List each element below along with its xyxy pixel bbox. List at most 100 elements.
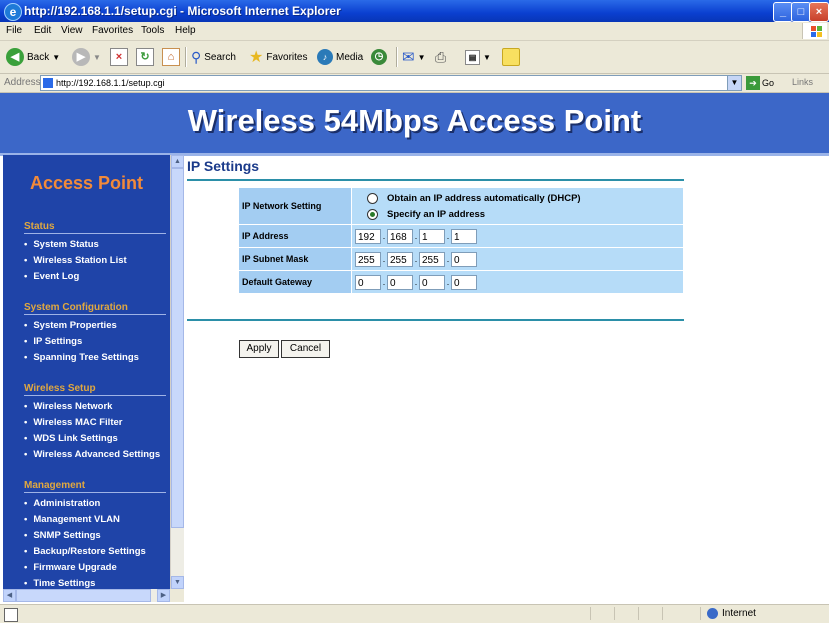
sidebar-item-wds-link-settings[interactable]: WDS Link Settings: [24, 433, 117, 444]
default-gateway-fields: 0.0.0.0: [352, 271, 683, 293]
dhcp-option[interactable]: Obtain an IP address automatically (DHCP…: [355, 190, 680, 206]
sidebar-item-system-properties[interactable]: System Properties: [24, 320, 116, 331]
sidebar-item-event-log[interactable]: Event Log: [24, 271, 79, 282]
sidebar-item-snmp-settings[interactable]: SNMP Settings: [24, 530, 100, 541]
note-icon: [502, 48, 520, 66]
static-option[interactable]: Specify an IP address: [355, 206, 680, 222]
subnet-octet-2[interactable]: 255: [387, 251, 413, 267]
links-button[interactable]: Links: [792, 77, 813, 87]
mail-button[interactable]: ✉ ▼: [402, 47, 426, 67]
scroll-up-icon[interactable]: ▲: [171, 155, 184, 168]
search-icon: ⚲: [191, 48, 202, 65]
sidebar-item-management-vlan[interactable]: Management VLAN: [24, 514, 120, 525]
refresh-button[interactable]: ↻: [136, 47, 154, 67]
menu-bar: File Edit View Favorites Tools Help: [0, 22, 829, 41]
search-button[interactable]: ⚲ Search: [191, 47, 236, 67]
sidebar-item-wireless-network[interactable]: Wireless Network: [24, 401, 112, 412]
scroll-right-icon[interactable]: ▶: [157, 589, 170, 602]
sidebar-item-firmware-upgrade[interactable]: Firmware Upgrade: [24, 562, 116, 573]
maximize-button[interactable]: □: [791, 2, 811, 22]
scroll-thumb-horizontal[interactable]: [16, 589, 151, 602]
print-button[interactable]: ⎙: [435, 47, 446, 67]
sidebar-vertical-scrollbar[interactable]: ▲ ▼: [170, 155, 184, 589]
address-dropdown-icon[interactable]: ▼: [727, 76, 741, 90]
ip-address-octet-1[interactable]: 192: [355, 228, 381, 244]
forward-button[interactable]: ▶ ▼: [72, 47, 101, 67]
sidebar-section-wireless-setup: Wireless Setup: [24, 383, 166, 396]
ip-address-octet-2[interactable]: 168: [387, 228, 413, 244]
menu-tools[interactable]: Tools: [141, 25, 164, 36]
sidebar-item-backup-restore-settings[interactable]: Backup/Restore Settings: [24, 546, 145, 557]
sidebar-nav: Access Point Status System Status Wirele…: [3, 155, 170, 589]
back-dropdown-icon[interactable]: ▼: [52, 53, 60, 62]
go-button[interactable]: ➔ Go: [746, 76, 774, 90]
scroll-down-icon[interactable]: ▼: [171, 576, 184, 589]
close-button[interactable]: ×: [809, 2, 829, 22]
gateway-octet-3[interactable]: 0: [419, 274, 445, 290]
menu-edit[interactable]: Edit: [34, 25, 51, 36]
mail-icon: ✉: [402, 49, 415, 66]
sidebar-item-time-settings[interactable]: Time Settings: [24, 578, 95, 589]
home-button[interactable]: ⌂: [162, 47, 180, 67]
status-divider: [662, 607, 663, 620]
back-button[interactable]: ◀ Back ▼: [6, 47, 60, 67]
sidebar-item-wireless-advanced-settings[interactable]: Wireless Advanced Settings: [24, 449, 160, 460]
history-icon: ◷: [371, 49, 387, 65]
ip-address-octet-4[interactable]: 1: [451, 228, 477, 244]
sidebar-item-spanning-tree-settings[interactable]: Spanning Tree Settings: [24, 352, 139, 363]
messenger-button[interactable]: [502, 47, 520, 67]
mail-dropdown-icon[interactable]: ▼: [418, 53, 426, 62]
gateway-octet-4[interactable]: 0: [451, 274, 477, 290]
minimize-button[interactable]: _: [773, 2, 793, 22]
browser-toolbar: ◀ Back ▼ ▶ ▼ × ↻ ⌂ ⚲ Search ★ Favorites …: [0, 41, 829, 74]
address-label: Address: [4, 77, 41, 88]
banner-title: Wireless 54Mbps Access Point: [187, 103, 642, 138]
subnet-octet-4[interactable]: 0: [451, 251, 477, 267]
sidebar-item-wireless-mac-filter[interactable]: Wireless MAC Filter: [24, 417, 122, 428]
ip-address-octet-3[interactable]: 1: [419, 228, 445, 244]
address-input[interactable]: http://192.168.1.1/setup.cgi ▼: [40, 75, 742, 91]
favorites-button[interactable]: ★ Favorites: [249, 47, 307, 67]
forward-arrow-icon: ▶: [72, 48, 90, 66]
status-divider: [614, 607, 615, 620]
default-gateway-label: Default Gateway: [239, 271, 351, 293]
apply-button[interactable]: Apply: [239, 340, 279, 358]
sidebar-item-system-status[interactable]: System Status: [24, 239, 98, 250]
cancel-button[interactable]: Cancel: [281, 340, 330, 358]
stop-button[interactable]: ×: [110, 47, 128, 67]
network-setting-options: Obtain an IP address automatically (DHCP…: [352, 188, 683, 224]
page-banner: Wireless 54Mbps Access Point: [0, 93, 829, 156]
home-icon: ⌂: [162, 48, 180, 66]
edit-dropdown-icon[interactable]: ▼: [483, 53, 491, 62]
edit-button[interactable]: ▤ ▼: [465, 47, 491, 67]
dhcp-radio[interactable]: [367, 192, 378, 204]
menu-view[interactable]: View: [61, 25, 83, 36]
media-button[interactable]: ♪ Media: [317, 47, 363, 67]
ip-settings-table: IP Network Setting Obtain an IP address …: [238, 187, 684, 294]
forward-dropdown-icon[interactable]: ▼: [93, 53, 101, 62]
menu-file[interactable]: File: [6, 25, 22, 36]
static-radio[interactable]: [367, 208, 378, 220]
window-title: http://192.168.1.1/setup.cgi - Microsoft…: [24, 4, 341, 18]
gateway-octet-2[interactable]: 0: [387, 274, 413, 290]
gateway-octet-1[interactable]: 0: [355, 274, 381, 290]
sidebar-item-administration[interactable]: Administration: [24, 498, 100, 509]
scroll-thumb[interactable]: [171, 168, 184, 528]
dhcp-option-label: Obtain an IP address automatically (DHCP…: [387, 192, 581, 204]
toolbar-separator: [185, 47, 187, 67]
history-button[interactable]: ◷: [371, 47, 387, 67]
scroll-left-icon[interactable]: ◀: [3, 589, 16, 602]
subnet-octet-1[interactable]: 255: [355, 251, 381, 267]
sidebar-item-ip-settings[interactable]: IP Settings: [24, 336, 82, 347]
menu-favorites[interactable]: Favorites: [92, 25, 133, 36]
status-divider: [638, 607, 639, 620]
table-row: IP Subnet Mask 255. 255. 255. 0: [239, 248, 683, 270]
subnet-octet-3[interactable]: 255: [419, 251, 445, 267]
stop-icon: ×: [110, 48, 128, 66]
sidebar-horizontal-scrollbar[interactable]: ◀ ▶: [3, 589, 170, 602]
scroll-corner: [170, 589, 184, 602]
status-bar: Internet: [0, 604, 829, 623]
sidebar-item-wireless-station-list[interactable]: Wireless Station List: [24, 255, 126, 266]
sidebar-section-management: Management: [24, 480, 166, 493]
menu-help[interactable]: Help: [175, 25, 196, 36]
